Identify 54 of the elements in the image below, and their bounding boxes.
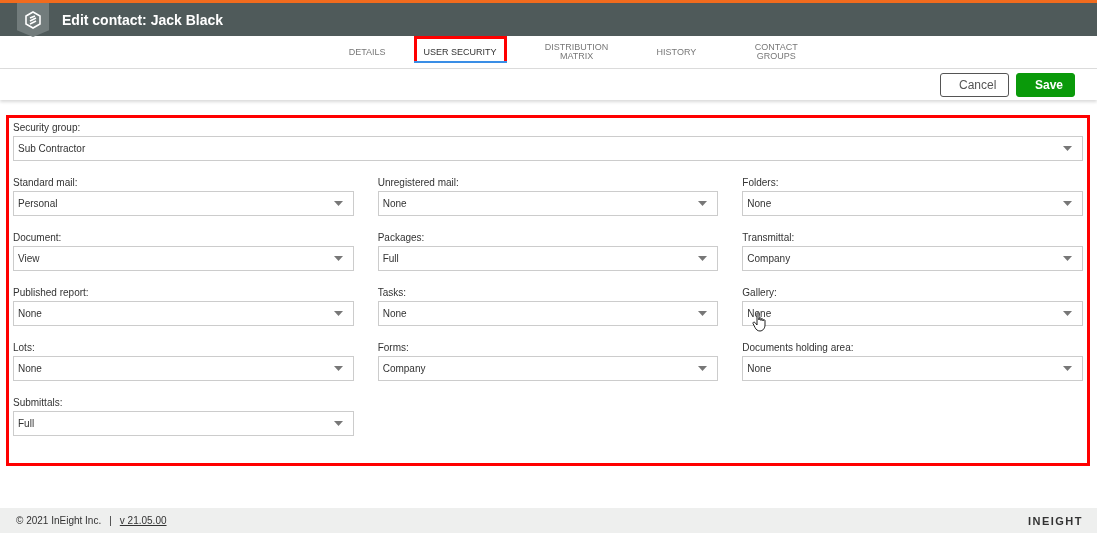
field-label: Transmittal: bbox=[742, 231, 796, 245]
caret-icon bbox=[1063, 256, 1072, 261]
caret-icon bbox=[1063, 146, 1072, 151]
caret-icon bbox=[333, 311, 343, 316]
caret-icon bbox=[333, 201, 343, 206]
field-label: Published report: bbox=[13, 286, 90, 300]
caret-icon bbox=[1063, 366, 1072, 371]
copyright-text: © 2021 InEight Inc. bbox=[16, 515, 102, 526]
dropdown[interactable]: Company bbox=[742, 246, 1083, 271]
caret-icon bbox=[698, 201, 708, 206]
field-label: Unregistered mail: bbox=[377, 176, 460, 190]
caret-icon bbox=[1063, 201, 1072, 206]
caret-icon bbox=[333, 256, 343, 261]
logo-icon bbox=[17, 3, 49, 37]
version-link[interactable]: v 21.05.00 bbox=[119, 515, 167, 526]
field-label: Submittals: bbox=[13, 396, 64, 410]
dropdown[interactable]: None bbox=[377, 191, 719, 216]
cancel-button[interactable]: Cancel bbox=[940, 72, 1009, 97]
field-label: Folders: bbox=[742, 176, 780, 190]
field-label: Lots: bbox=[13, 341, 36, 355]
field-label: Document: bbox=[13, 231, 63, 245]
caret-icon bbox=[1063, 311, 1072, 316]
caret-icon bbox=[698, 256, 708, 261]
dropdown[interactable]: Full bbox=[13, 411, 354, 436]
field-label: Gallery: bbox=[742, 286, 778, 300]
dropdown[interactable]: Personal bbox=[13, 191, 354, 216]
dropdown[interactable]: None bbox=[742, 356, 1083, 381]
separator-text: | bbox=[109, 515, 112, 526]
caret-icon bbox=[698, 311, 708, 316]
tab[interactable]: CONTACT GROUPS bbox=[724, 36, 829, 68]
dropdown[interactable]: Company bbox=[377, 356, 719, 381]
save-button[interactable]: Save bbox=[1016, 72, 1075, 97]
tab[interactable]: DISTRIBUTION MATRIX bbox=[524, 36, 629, 68]
dropdown[interactable]: None bbox=[13, 356, 354, 381]
field-label: Forms: bbox=[377, 341, 410, 355]
field-label: Standard mail: bbox=[13, 176, 79, 190]
field-label: Documents holding area: bbox=[742, 341, 855, 355]
dropdown[interactable]: Full bbox=[377, 246, 719, 271]
dropdown[interactable]: Sub Contractor bbox=[13, 136, 1083, 161]
field-label: Packages: bbox=[377, 231, 426, 245]
caret-icon bbox=[698, 366, 708, 371]
caret-icon bbox=[333, 421, 343, 426]
brand-logo: INEIGHT bbox=[1027, 514, 1083, 527]
dropdown[interactable]: None bbox=[377, 301, 719, 326]
dropdown[interactable]: None bbox=[742, 191, 1083, 216]
dropdown[interactable]: View bbox=[13, 246, 354, 271]
caret-icon bbox=[333, 366, 343, 371]
field-label: Tasks: bbox=[377, 286, 407, 300]
tab[interactable]: DETAILS bbox=[338, 36, 396, 68]
field-label: Security group: bbox=[13, 121, 82, 135]
tab[interactable]: USER SECURITY bbox=[413, 36, 507, 68]
window-title: Edit contact: Jack Black bbox=[62, 11, 224, 28]
tab[interactable]: HISTORY bbox=[646, 36, 707, 68]
dropdown[interactable]: None bbox=[13, 301, 354, 326]
